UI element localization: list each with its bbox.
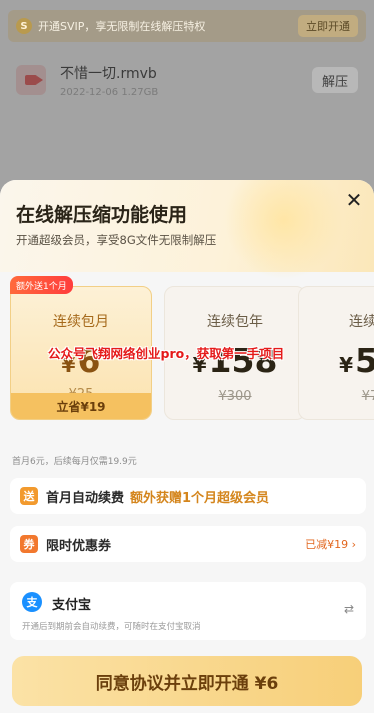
plan-price: ¥58 — [299, 341, 374, 380]
plan-name: 连续包 — [349, 314, 374, 330]
chevron-right-icon: › — [351, 538, 356, 551]
plan-third[interactable]: 连续包 ¥58 ¥7 — [298, 286, 374, 420]
auto-renew-label: 首月自动续费 — [46, 490, 125, 506]
file-name: 不惜一切.rmvb — [60, 65, 157, 82]
close-icon[interactable]: ✕ — [342, 188, 366, 212]
svip-open-button[interactable]: 立即开通 — [298, 15, 358, 37]
svip-banner[interactable]: S 开通SVIP，享无限制在线解压特权 立即开通 — [8, 10, 366, 42]
video-file-icon — [16, 65, 46, 95]
file-info: 不惜一切.rmvb 2022-12-06 1.27GB — [60, 63, 312, 98]
header-glow — [224, 180, 344, 280]
background-page: S 开通SVIP，享无限制在线解压特权 立即开通 不惜一切.rmvb 2022-… — [0, 0, 374, 190]
plan-name: 连续包月 — [53, 314, 109, 330]
file-date: 2022-12-06 — [60, 86, 119, 98]
save-label: 立省¥19 — [11, 393, 151, 419]
extract-button[interactable]: 解压 — [312, 67, 358, 93]
coupon-card[interactable]: 券 限时优惠券 已减¥19 › — [10, 526, 366, 562]
first-month-note: 首月6元，后续每月仅需19.9元 — [12, 457, 137, 467]
payment-method-card[interactable]: 支 支付宝 开通后到期前会自动续费，可随时在支付宝取消 ⇄ — [10, 582, 366, 640]
sheet-subtitle: 开通超级会员，享受8G文件无限制解压 — [16, 233, 217, 247]
watermark-text: 公众号飞翔网络创业pro，获取第一手项目 — [48, 346, 285, 361]
coupon-row[interactable]: 券 限时优惠券 已减¥19 › — [10, 526, 366, 562]
gift-icon: 送 — [20, 487, 38, 505]
plan-name: 连续包年 — [207, 314, 263, 330]
alipay-icon: 支 — [22, 592, 42, 612]
payment-note: 开通后到期前会自动续费，可随时在支付宝取消 — [22, 622, 201, 632]
sheet-title: 在线解压缩功能使用 — [16, 204, 188, 226]
svip-crown-icon: S — [16, 18, 32, 34]
agree-and-subscribe-button[interactable]: 同意协议并立即开通 ¥6 — [12, 656, 362, 706]
file-size: 1.27GB — [121, 86, 159, 98]
auto-renew-row: 送 首月自动续费 额外获赠1个月超级会员 — [10, 478, 366, 514]
file-row[interactable]: 不惜一切.rmvb 2022-12-06 1.27GB 解压 — [0, 50, 374, 110]
auto-renew-card: 送 首月自动续费 额外获赠1个月超级会员 — [10, 478, 366, 514]
payment-name: 支付宝 — [52, 598, 92, 613]
sheet-header: 在线解压缩功能使用 开通超级会员，享受8G文件无限制解压 ✕ — [0, 180, 374, 280]
bonus-badge: 额外送1个月 — [10, 276, 73, 294]
cta-bar: 同意协议并立即开通 ¥6 — [0, 642, 374, 713]
purchase-sheet: 在线解压缩功能使用 开通超级会员，享受8G文件无限制解压 ✕ 连续包月 ¥6 ¥… — [0, 180, 374, 713]
auto-renew-bonus: 额外获赠1个月超级会员 — [130, 490, 270, 506]
original-price: ¥300 — [218, 389, 252, 404]
coupon-label: 限时优惠券 — [46, 538, 112, 554]
currency-symbol: ¥ — [339, 353, 353, 377]
original-price: ¥7 — [361, 389, 374, 404]
svip-banner-text: 开通SVIP，享无限制在线解压特权 — [38, 20, 206, 33]
coupon-icon: 券 — [20, 535, 38, 553]
coupon-amount: 已减¥19 — [305, 538, 349, 551]
switch-icon[interactable]: ⇄ — [344, 602, 354, 616]
file-meta: 2022-12-06 1.27GB — [60, 87, 312, 98]
coupon-value: 已减¥19 › — [305, 536, 356, 552]
price-value: 58 — [355, 341, 374, 380]
